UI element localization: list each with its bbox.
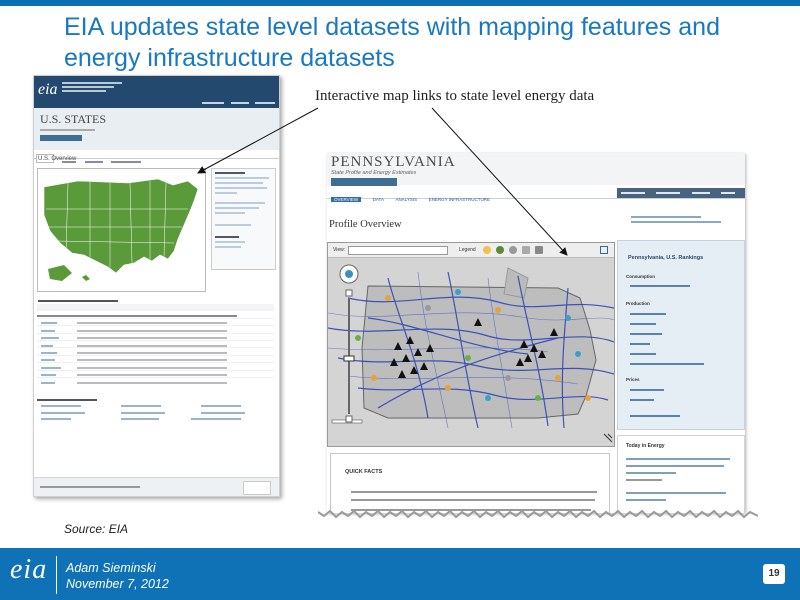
- us-page-header: eia: [34, 76, 279, 108]
- pa-map-view-label: View:: [333, 247, 346, 253]
- pa-side-panel: Pennsylvania, U.S. Rankings Consumption …: [617, 208, 745, 513]
- pa-rankings-title: Pennsylvania, U.S. Rankings: [628, 255, 704, 261]
- callout-text: Interactive map links to state level ene…: [315, 88, 595, 104]
- us-page-title-band: U.S. STATES: [34, 108, 279, 150]
- footer-divider: [56, 556, 57, 594]
- pa-quick-facts: QUICK FACTS: [330, 453, 610, 513]
- pa-map-zoom-control: [339, 264, 359, 423]
- pa-interactive-map: View: Legend: [327, 242, 615, 447]
- us-side-panel: [211, 168, 276, 270]
- us-choropleth-map: [37, 168, 206, 292]
- presenter-name: Adam Sieminski: [66, 561, 156, 575]
- us-page-nav: [202, 100, 275, 105]
- us-page-logo: eia: [38, 81, 58, 98]
- us-page-subtitle: [40, 127, 95, 132]
- pa-tab-data: DATA: [372, 197, 384, 202]
- pa-rank-heading-prices: Prices: [626, 377, 640, 382]
- us-page-button: [40, 135, 82, 141]
- pa-rank-heading-production: Production: [626, 301, 650, 306]
- pa-map-view-select: [348, 246, 448, 255]
- pa-tab-energy-infrastructure: ENERGY INFRASTRUCTURE: [428, 197, 491, 202]
- us-table-title: [38, 298, 118, 303]
- us-map-shape: [43, 178, 199, 274]
- pa-right-tabs: [617, 188, 745, 198]
- pa-quick-facts-title: QUICK FACTS: [345, 469, 383, 475]
- us-state-table: [37, 304, 274, 421]
- pa-map-legend-label: Legend: [459, 247, 476, 253]
- presentation-date: November 7, 2012: [66, 577, 169, 591]
- us-page-agency: [62, 80, 142, 94]
- pa-profile-heading: Profile Overview: [329, 219, 402, 230]
- legend-icon: [483, 246, 491, 254]
- top-rule: [0, 0, 800, 6]
- page-number: 19: [763, 564, 785, 584]
- layers-icon: [496, 246, 504, 254]
- email-icon: [522, 246, 530, 254]
- pa-today-in-energy: Today in Energy: [617, 435, 745, 513]
- pa-title-band: PENNSYLVANIA State Profile and Energy Es…: [327, 153, 745, 186]
- pa-map-toolbar: View: Legend: [328, 243, 614, 258]
- pa-rankings-box: Pennsylvania, U.S. Rankings Consumption …: [617, 240, 745, 430]
- zoom-icon: [509, 246, 517, 254]
- slide-title: EIA updates state level datasets with ma…: [64, 13, 720, 72]
- pa-tab-analysis: ANALYSIS: [395, 197, 418, 202]
- torn-edge: [318, 509, 758, 519]
- us-page-title: U.S. STATES: [40, 112, 107, 126]
- pa-infrastructure-map: [328, 258, 614, 446]
- us-states-screenshot: eia U.S. STATES U.S. Overview: [33, 75, 280, 497]
- eia-logo: eia: [10, 554, 48, 585]
- pa-download-link: [631, 213, 731, 226]
- pa-subtitle: State Profile and Energy Estimates: [331, 170, 417, 176]
- pa-tab-overview: OVERVIEW: [331, 197, 362, 202]
- us-page-footer: [34, 477, 279, 496]
- us-overview-heading: U.S. Overview: [38, 156, 77, 162]
- us-map-hawaii: [82, 275, 90, 281]
- pennsylvania-screenshot: PENNSYLVANIA State Profile and Energy Es…: [327, 153, 745, 513]
- us-map-alaska: [48, 265, 72, 281]
- pa-state-title: PENNSYLVANIA: [331, 154, 456, 170]
- pa-change-state-button: [331, 178, 397, 186]
- pa-rank-heading-consumption: Consumption: [626, 274, 655, 279]
- print-icon: [535, 246, 543, 254]
- fullscreen-icon: [600, 246, 608, 254]
- pa-today-title: Today in Energy: [626, 443, 665, 449]
- footer-band: eia Adam Sieminski November 7, 2012 19: [0, 548, 800, 600]
- source-note: Source: EIA: [64, 522, 129, 536]
